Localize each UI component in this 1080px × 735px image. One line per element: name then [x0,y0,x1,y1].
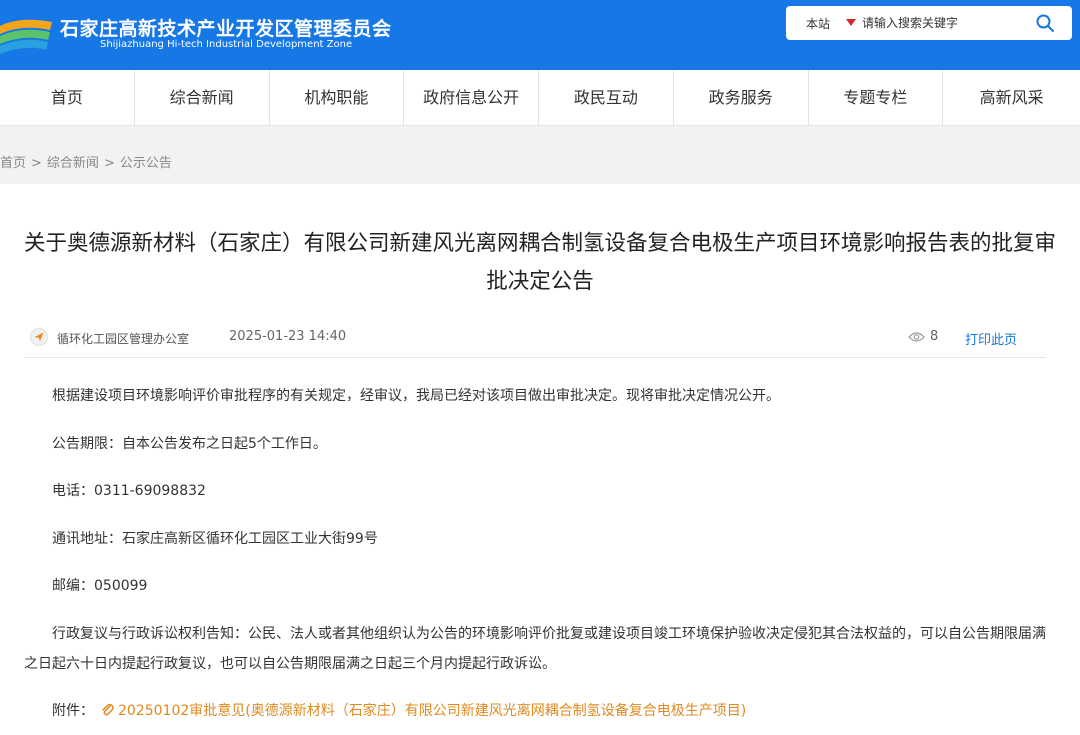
breadcrumb-home[interactable]: 首页 [0,156,26,171]
caret-down-icon[interactable] [846,19,856,26]
paperclip-icon [102,703,114,716]
article-paragraph: 通讯地址：石家庄高新区循环化工园区工业大街99号 [52,531,378,547]
wave-logo-icon[interactable] [0,12,56,56]
search-scope-select[interactable]: 本站 [806,15,830,32]
attachment-link[interactable]: 20250102审批意见(奥德源新材料（石家庄）有限公司新建风光离网耦合制氢设备… [118,703,746,719]
nav-item-style[interactable]: 高新风采 [943,70,1080,126]
breadcrumb-separator: > [103,156,115,171]
breadcrumb-news[interactable]: 综合新闻 [47,156,99,171]
search-box: 本站 [786,6,1072,40]
attachment-label: 附件： [52,703,94,719]
attachment-row: 附件： 20250102审批意见(奥德源新材料（石家庄）有限公司新建风光离网耦合… [52,697,746,725]
search-icon[interactable] [1034,12,1056,34]
nav-item-home[interactable]: 首页 [0,70,135,126]
eye-icon [908,332,925,342]
breadcrumb-announcements[interactable]: 公示公告 [120,156,172,171]
article-paragraph: 行政复议与行政诉讼权利告知：公民、法人或者其他组织认为公告的环境影响评价批复或建… [24,626,1046,672]
article-paragraph: 公告期限：自本公告发布之日起5个工作日。 [52,436,327,452]
view-count: 8 [930,329,939,344]
nav-item-functions[interactable]: 机构职能 [270,70,405,126]
nav-item-topics[interactable]: 专题专栏 [809,70,944,126]
site-title[interactable]: 石家庄高新技术产业开发区管理委员会 [60,14,392,41]
article-paragraph: 邮编：050099 [52,578,148,594]
publish-date: 2025-01-23 14:40 [229,329,347,344]
search-input[interactable] [862,11,1030,35]
article-source: 循环化工园区管理办公室 [57,332,190,346]
article-meta: 循环化工园区管理办公室 2025-01-23 14:40 8 打印此页 [24,324,1046,358]
nav-item-services[interactable]: 政务服务 [674,70,809,126]
site-subtitle: Shijiazhuang Hi-tech Industrial Developm… [100,39,353,50]
print-page-link[interactable]: 打印此页 [965,329,1017,348]
nav-item-news[interactable]: 综合新闻 [135,70,270,126]
site-header: 石家庄高新技术产业开发区管理委员会 Shijiazhuang Hi-tech I… [0,0,1080,70]
article-title: 关于奥德源新材料（石家庄）有限公司新建风光离网耦合制氢设备复合电极生产项目环境影… [23,231,1056,294]
article-paragraph: 电话：0311-69098832 [52,483,206,499]
nav-item-interaction[interactable]: 政民互动 [539,70,674,126]
main-nav: 首页 综合新闻 机构职能 政府信息公开 政民互动 政务服务 专题专栏 高新风采 [0,70,1080,126]
send-icon [30,328,48,346]
breadcrumb-bar: 首页 > 综合新闻 > 公示公告 [0,126,1080,184]
article-paragraph: 根据建设项目环境影响评价审批程序的有关规定，经审议，我局已经对该项目做出审批决定… [52,388,780,404]
breadcrumb-separator: > [31,156,42,171]
breadcrumb: 首页 > 综合新闻 > 公示公告 [0,152,172,171]
nav-item-open-info[interactable]: 政府信息公开 [404,70,539,126]
